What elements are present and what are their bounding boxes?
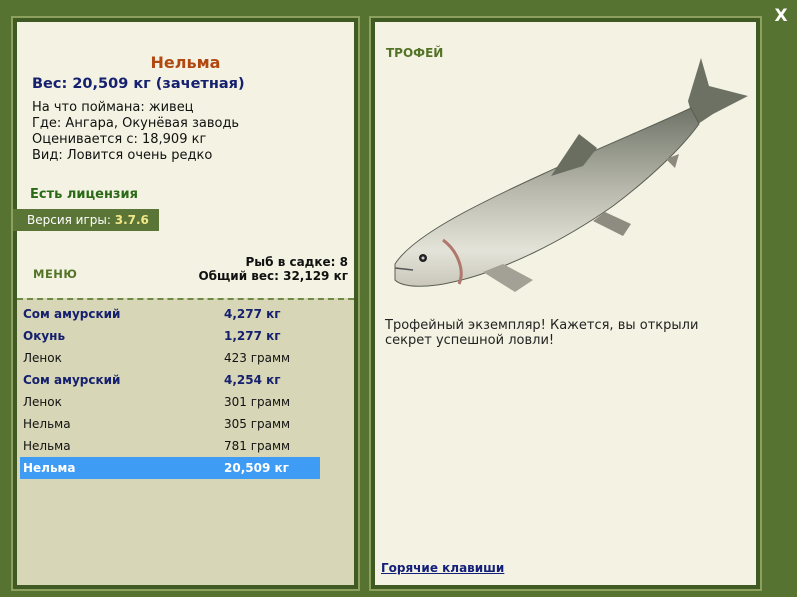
version-label: Версия игры:	[27, 213, 111, 227]
catch-row[interactable]: Окунь 1,277 кг	[20, 325, 320, 347]
fish-info-panel-content: Нельма Вес: 20,509 кг (зачетная) На что …	[13, 22, 354, 585]
catch-weight: 4,254 кг	[224, 373, 281, 387]
catch-weight: 1,277 кг	[224, 329, 281, 343]
catch-row-selected[interactable]: Нельма 20,509 кг	[20, 457, 320, 479]
catch-weight: 305 грамм	[224, 417, 291, 431]
catch-list: Сом амурский 4,277 кг Окунь 1,277 кг Лен…	[17, 298, 354, 585]
version-value: 3.7.6	[114, 213, 149, 227]
catch-name: Ленок	[23, 351, 62, 365]
bait-info: На что поймана: живец	[32, 100, 194, 115]
catch-weight: 301 грамм	[224, 395, 291, 409]
species-info: Вид: Ловится очень редко	[32, 148, 213, 163]
fish-image	[394, 58, 748, 292]
menu-button[interactable]: МЕНЮ	[33, 267, 77, 281]
catch-row[interactable]: Сом амурский 4,254 кг	[20, 369, 320, 391]
location-info: Где: Ангара, Окунёвая заводь	[32, 116, 240, 131]
fish-weight: Вес: 20,509 кг (зачетная)	[32, 76, 245, 92]
catch-name: Нельма	[23, 439, 71, 453]
catch-row[interactable]: Сом амурский 4,277 кг	[20, 303, 320, 325]
catch-row[interactable]: Ленок 301 грамм	[20, 391, 320, 413]
catch-name: Окунь	[23, 329, 66, 343]
trophy-panel-content: ТРОФЕЙ Трофейный экземпляр! Кажется, вы …	[375, 22, 756, 585]
keepnet-count: Рыб в садке: 8	[245, 255, 349, 269]
fish-info-panel: Нельма Вес: 20,509 кг (зачетная) На что …	[11, 16, 360, 591]
catch-name: Нельма	[23, 461, 76, 475]
hotkeys-link[interactable]: Горячие клавиши	[381, 561, 504, 575]
catch-row[interactable]: Нельма 305 грамм	[20, 413, 320, 435]
trophy-description: Трофейный экземпляр! Кажется, вы открыли…	[385, 318, 699, 348]
catch-row[interactable]: Ленок 423 грамм	[20, 347, 320, 369]
catch-weight: 20,509 кг	[224, 461, 289, 475]
trophy-panel: ТРОФЕЙ Трофейный экземпляр! Кажется, вы …	[369, 16, 762, 591]
catch-weight: 423 грамм	[224, 351, 291, 365]
keepnet-total-weight: Общий вес: 32,129 кг	[198, 269, 348, 283]
catch-name: Сом амурский	[23, 307, 121, 321]
license-status: Есть лицензия	[30, 187, 138, 202]
keepnet-summary: Рыб в садке: 8 Общий вес: 32,129 кг	[198, 255, 348, 283]
catch-weight: 781 грамм	[224, 439, 291, 453]
catch-name: Сом амурский	[23, 373, 121, 387]
catch-row[interactable]: Нельма 781 грамм	[20, 435, 320, 457]
fish-name: Нельма	[150, 53, 221, 72]
catch-name: Ленок	[23, 395, 62, 409]
valuation-info: Оценивается с: 18,909 кг	[32, 132, 207, 147]
close-button[interactable]: X	[770, 5, 792, 27]
catch-weight: 4,277 кг	[224, 307, 281, 321]
version-bar: Версия игры: 3.7.6	[13, 209, 159, 231]
catch-name: Нельма	[23, 417, 71, 431]
